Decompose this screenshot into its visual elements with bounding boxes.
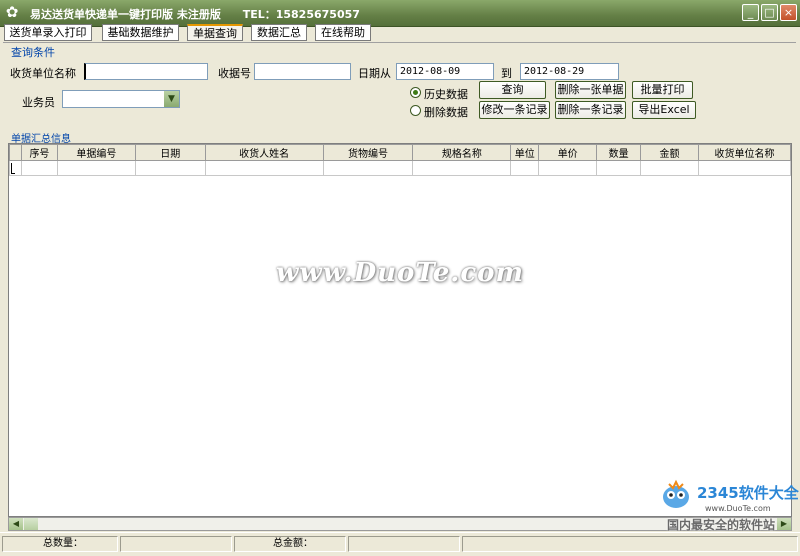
table-cell[interactable] xyxy=(20,160,58,176)
radio-history-label[interactable]: 历史数据 xyxy=(424,86,468,102)
date-to-input[interactable]: 2012-08-29 xyxy=(520,63,619,80)
delete-document-button[interactable]: 删除一张单据 xyxy=(555,81,626,99)
chevron-down-icon[interactable]: ▼ xyxy=(164,91,179,107)
mascot-icon xyxy=(663,479,689,508)
title-bar: ✿ 易达送货单快递单一键打印版 未注册版 TEL：15825675057 _ □… xyxy=(0,0,800,27)
results-grid[interactable]: 序号 单据编号 日期 收货人姓名 货物编号 规格名称 单位 单价 数量 金额 收… xyxy=(8,143,792,517)
header-row: 序号 单据编号 日期 收货人姓名 货物编号 规格名称 单位 单价 数量 金额 收… xyxy=(9,144,791,161)
radio-deleted-label[interactable]: 删除数据 xyxy=(424,104,468,120)
salesman-select[interactable]: ▼ xyxy=(62,90,180,108)
date-from-input[interactable]: 2012-08-09 xyxy=(396,63,494,80)
modify-record-button[interactable]: 修改一条记录 xyxy=(479,101,550,119)
receipt-input[interactable] xyxy=(254,63,351,80)
date-from-label: 日期从 xyxy=(358,67,391,80)
delete-record-button[interactable]: 删除一条记录 xyxy=(555,101,626,119)
receipt-label: 收据号 xyxy=(218,67,251,80)
app-title: 易达送货单快递单一键打印版 未注册版 xyxy=(30,8,221,21)
tab-document-query[interactable]: 单据查询 xyxy=(187,24,243,41)
salesman-label: 业务员 xyxy=(22,96,55,109)
col-header-price[interactable]: 单价 xyxy=(538,144,598,161)
tab-online-help[interactable]: 在线帮助 xyxy=(315,24,371,41)
row-header-corner xyxy=(9,144,22,161)
radio-history[interactable] xyxy=(410,87,421,98)
tab-data-summary[interactable]: 数据汇总 xyxy=(251,24,307,41)
tab-delivery-entry[interactable]: 送货单录入打印 xyxy=(4,24,92,41)
logo-main-text: 2345软件大全 xyxy=(697,484,799,502)
col-header-customer[interactable]: 收货单位名称 xyxy=(697,144,791,161)
query-section-title: 查询条件 xyxy=(11,46,55,59)
table-cell[interactable] xyxy=(538,160,598,176)
table-cell[interactable] xyxy=(134,160,206,176)
status-bar: 总数量： 总金额： xyxy=(0,532,800,556)
batch-print-button[interactable]: 批量打印 xyxy=(632,81,693,99)
total-amount-label-cell: 总金额： xyxy=(234,536,346,552)
col-header-spec[interactable]: 规格名称 xyxy=(412,144,512,161)
watermark-text: www.DuoTe.com xyxy=(275,258,524,288)
col-header-receiver[interactable]: 收货人姓名 xyxy=(204,144,324,161)
table-cell[interactable] xyxy=(640,160,699,176)
export-excel-button[interactable]: 导出Excel xyxy=(632,101,696,119)
col-header-goods-no[interactable]: 货物编号 xyxy=(322,144,414,161)
results-table: 序号 单据编号 日期 收货人姓名 货物编号 规格名称 单位 单价 数量 金额 收… xyxy=(9,144,791,176)
col-header-qty[interactable]: 数量 xyxy=(596,144,642,161)
total-qty-label-cell: 总数量： xyxy=(2,536,118,552)
window-title: 易达送货单快递单一键打印版 未注册版 TEL：15825675057 xyxy=(30,6,360,22)
col-header-unit[interactable]: 单位 xyxy=(510,144,540,161)
total-amount-value xyxy=(348,536,460,552)
table-cell[interactable] xyxy=(697,160,791,176)
logo-slogan-text: 国内最安全的软件站 xyxy=(667,518,776,532)
tab-basic-data[interactable]: 基础数据维护 xyxy=(102,24,179,41)
table-cell[interactable] xyxy=(56,160,136,176)
query-button[interactable]: 查询 xyxy=(479,81,546,99)
table-cell[interactable] xyxy=(596,160,642,176)
table-cell[interactable] xyxy=(510,160,540,176)
row-indicator-icon xyxy=(9,160,22,176)
watermark-logo: 2345软件大全 www.DuoTe.com 国内最安全的软件站 xyxy=(659,476,799,532)
col-header-index[interactable]: 序号 xyxy=(20,144,58,161)
tab-panel-border xyxy=(3,42,796,43)
maximize-button[interactable]: □ xyxy=(761,4,778,21)
scroll-thumb[interactable] xyxy=(24,518,38,530)
radio-deleted[interactable] xyxy=(410,105,421,116)
col-header-date[interactable]: 日期 xyxy=(134,144,206,161)
total-qty-value xyxy=(120,536,232,552)
table-cell[interactable] xyxy=(322,160,414,176)
total-qty-label: 总数量： xyxy=(43,538,83,549)
tel-text: TEL：15825675057 xyxy=(242,8,360,21)
app-gear-icon[interactable]: ✿ xyxy=(4,4,20,20)
customer-label: 收货单位名称 xyxy=(10,67,76,80)
status-empty-cell xyxy=(462,536,798,552)
logo-url-text: www.DuoTe.com xyxy=(705,504,771,513)
customer-input[interactable] xyxy=(84,63,208,80)
scroll-left-icon[interactable]: ◀ xyxy=(9,518,23,530)
total-amount-label: 总金额： xyxy=(273,538,313,549)
col-header-amount[interactable]: 金额 xyxy=(640,144,699,161)
col-header-doc-no[interactable]: 单据编号 xyxy=(56,144,136,161)
date-to-label: 到 xyxy=(501,67,512,80)
close-button[interactable]: × xyxy=(780,4,797,21)
new-row[interactable] xyxy=(9,160,791,176)
table-cell[interactable] xyxy=(204,160,324,176)
minimize-button[interactable]: _ xyxy=(742,4,759,21)
table-cell[interactable] xyxy=(412,160,512,176)
